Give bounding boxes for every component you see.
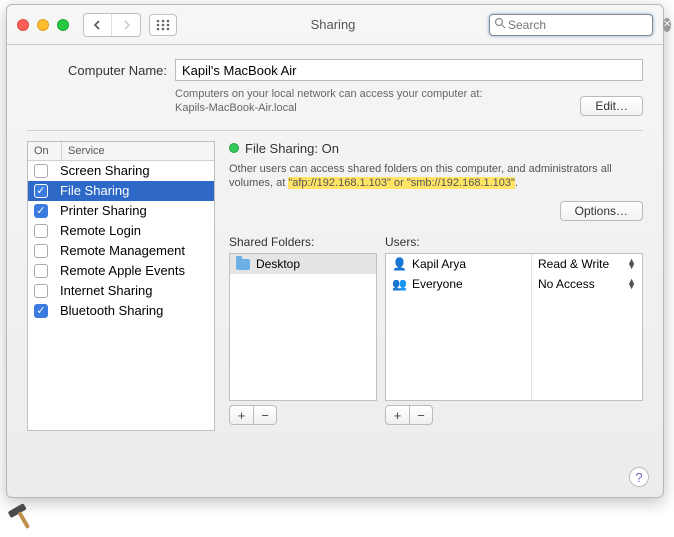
chevron-right-icon — [122, 20, 131, 30]
service-row[interactable]: Screen Sharing — [28, 161, 214, 181]
edit-button[interactable]: Edit… — [580, 96, 643, 116]
divider — [27, 130, 643, 131]
shared-folders-list[interactable]: Desktop — [229, 253, 377, 401]
stepper-arrows-icon[interactable]: ▲▼ — [627, 259, 636, 270]
computer-name-description-row: Computers on your local network can acce… — [27, 87, 643, 116]
back-button[interactable] — [84, 14, 112, 36]
services-list: On Service Screen Sharing ✓ File Sharing ✓ P… — [27, 141, 215, 431]
service-row[interactable]: Remote Login — [28, 221, 214, 241]
status-title: File Sharing: On — [245, 141, 339, 156]
main-row: On Service Screen Sharing ✓ File Sharing ✓ P… — [27, 141, 643, 431]
services-header: On Service — [28, 142, 214, 161]
service-checkbox[interactable] — [34, 284, 48, 298]
grid-icon — [156, 19, 170, 31]
add-folder-button[interactable]: + — [229, 405, 253, 425]
service-row[interactable]: Remote Apple Events — [28, 261, 214, 281]
service-row[interactable]: ✓ Printer Sharing — [28, 201, 214, 221]
user-name: Kapil Arya — [412, 257, 466, 271]
service-label: Remote Login — [60, 223, 141, 238]
permission-item[interactable]: Read & Write ▲▼ — [532, 254, 642, 274]
forward-button[interactable] — [112, 14, 140, 36]
computer-name-row: Computer Name: — [27, 59, 643, 81]
stepper-arrows-icon[interactable]: ▲▼ — [627, 279, 636, 290]
status-row: File Sharing: On — [229, 141, 643, 156]
sharing-preferences-window: Sharing ✕ Computer Name: Computers on yo… — [6, 4, 664, 498]
remove-folder-button[interactable]: − — [253, 405, 277, 425]
user-item[interactable]: 👥 Everyone — [386, 274, 531, 294]
service-label: File Sharing — [60, 183, 129, 198]
status-description: Other users can access shared folders on… — [229, 162, 643, 192]
service-checkbox[interactable] — [34, 164, 48, 178]
header-service: Service — [62, 142, 214, 160]
users-list[interactable]: 👤Kapil Arya👥Everyone Read & Write▲▼No Ac… — [385, 253, 643, 401]
chevron-left-icon — [93, 20, 102, 30]
service-label: Printer Sharing — [60, 203, 147, 218]
service-label: Internet Sharing — [60, 283, 153, 298]
folder-item[interactable]: Desktop — [230, 254, 376, 274]
close-window-button[interactable] — [17, 19, 29, 31]
service-detail: File Sharing: On Other users can access … — [229, 141, 643, 431]
user-name: Everyone — [412, 277, 463, 291]
minimize-window-button[interactable] — [37, 19, 49, 31]
traffic-lights — [17, 19, 69, 31]
users-label: Users: — [385, 235, 643, 249]
service-label: Remote Management — [60, 243, 185, 258]
group-icon: 👥 — [392, 277, 406, 291]
status-highlight: "afp://192.168.1.103" or "smb://192.168.… — [288, 177, 515, 189]
service-label: Screen Sharing — [60, 163, 150, 178]
service-row[interactable]: Internet Sharing — [28, 281, 214, 301]
service-row[interactable]: Remote Management — [28, 241, 214, 261]
remove-user-button[interactable]: − — [409, 405, 433, 425]
computer-name-label: Computer Name: — [27, 63, 167, 78]
person-icon: 👤 — [392, 257, 406, 271]
service-label: Remote Apple Events — [60, 263, 185, 278]
service-label: Bluetooth Sharing — [60, 303, 163, 318]
content-area: Computer Name: Computers on your local n… — [7, 45, 663, 447]
service-checkbox[interactable]: ✓ — [34, 184, 48, 198]
service-checkbox[interactable] — [34, 244, 48, 258]
hammer-icon — [0, 491, 44, 535]
search-field-wrap[interactable]: ✕ — [489, 14, 653, 36]
help-button[interactable]: ? — [629, 467, 649, 487]
service-checkbox[interactable]: ✓ — [34, 204, 48, 218]
window-title: Sharing — [177, 17, 489, 32]
computer-name-description: Computers on your local network can acce… — [175, 87, 580, 116]
folder-name: Desktop — [256, 257, 300, 271]
search-icon — [494, 17, 506, 32]
service-row[interactable]: ✓ Bluetooth Sharing — [28, 301, 214, 321]
users-add-remove: + − — [385, 405, 643, 425]
computer-name-field[interactable] — [175, 59, 643, 81]
search-input[interactable] — [508, 18, 663, 32]
permission-label: Read & Write — [538, 257, 609, 271]
service-checkbox[interactable] — [34, 264, 48, 278]
user-item[interactable]: 👤 Kapil Arya — [386, 254, 531, 274]
zoom-window-button[interactable] — [57, 19, 69, 31]
add-user-button[interactable]: + — [385, 405, 409, 425]
permission-item[interactable]: No Access ▲▼ — [532, 274, 642, 294]
shared-folders-column: Shared Folders: Desktop + − — [229, 235, 377, 425]
service-checkbox[interactable] — [34, 224, 48, 238]
service-checkbox[interactable]: ✓ — [34, 304, 48, 318]
clear-search-icon[interactable]: ✕ — [663, 18, 671, 32]
folders-add-remove: + − — [229, 405, 377, 425]
folder-icon — [236, 259, 250, 270]
status-light-icon — [229, 143, 239, 153]
users-column: Users: 👤 Kapil Arya 👥 Everyone Read & Write… — [385, 235, 643, 425]
options-button[interactable]: Options… — [560, 201, 643, 221]
service-row[interactable]: ✓ File Sharing — [28, 181, 214, 201]
shared-folders-label: Shared Folders: — [229, 235, 377, 249]
titlebar: Sharing ✕ — [7, 5, 663, 45]
show-all-button[interactable] — [149, 14, 177, 36]
permission-label: No Access — [538, 277, 595, 291]
lists-row: Shared Folders: Desktop + − Users: 👤 Kapi… — [229, 235, 643, 425]
header-on: On — [28, 142, 62, 160]
nav-buttons — [83, 13, 141, 37]
